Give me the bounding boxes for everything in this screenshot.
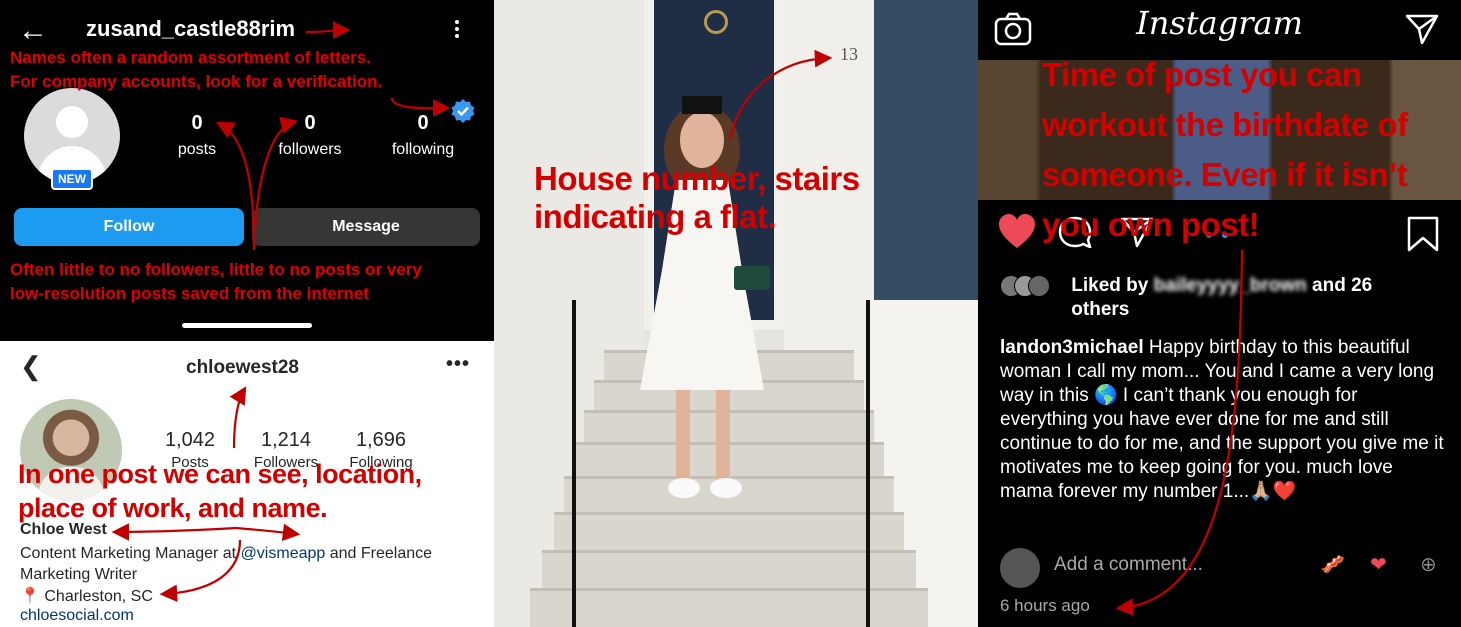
posts-count: 1,042 — [164, 429, 216, 451]
post-timestamp: 6 hours ago — [1000, 596, 1090, 615]
emoji-heart-icon[interactable]: ❤ — [1370, 552, 1387, 577]
message-button[interactable]: Message — [252, 208, 480, 246]
fake-profile-panel: ← zusand_castle88rim NEW 0 posts 0 follo… — [0, 0, 494, 341]
annotation-house-tip: House number, stairs indicating a flat. — [534, 160, 860, 235]
annotation-followers-tip: Often little to no followers, little to … — [10, 260, 422, 303]
posts-count: 0 — [191, 112, 203, 134]
following-label: following — [391, 141, 455, 158]
profile-username: zusand_castle88rim — [86, 16, 296, 41]
real-profile-panel: ❮ chloewest28 ••• 1,042 Posts 1,214 Foll… — [0, 341, 494, 627]
back-chevron-icon[interactable]: ❮ — [20, 351, 42, 382]
more-options-icon[interactable] — [449, 18, 465, 42]
commenter-avatar — [1000, 548, 1040, 588]
liked-by-prefix: Liked by — [1071, 275, 1154, 296]
new-badge: NEW — [51, 168, 93, 190]
caption-username[interactable]: landon3michael — [1000, 337, 1144, 358]
heart-icon[interactable] — [998, 214, 1036, 250]
posts-label: posts — [177, 141, 217, 158]
caption-text: Happy birthday to this beautiful woman I… — [1000, 337, 1444, 502]
emoji-add-icon[interactable]: ⊕ — [1420, 552, 1437, 577]
followers-label: followers — [278, 141, 342, 158]
location-pin-icon: 📍 — [20, 588, 40, 605]
app-logo: Instagram — [1136, 4, 1303, 42]
profile-location: 📍 Charleston, SC — [20, 586, 153, 606]
bio-mention-link[interactable]: @vismeapp — [241, 545, 326, 562]
annotation-username-tip: Names often a random assortment of lette… — [10, 48, 383, 91]
follow-button[interactable]: Follow — [14, 208, 244, 246]
liked-by[interactable]: Liked by baileyyyy_brown and 26 others — [1000, 274, 1431, 322]
followers-count: 0 — [304, 112, 316, 134]
back-arrow-icon[interactable]: ← — [18, 16, 48, 46]
liked-by-user[interactable]: baileyyyy_brown — [1154, 275, 1307, 296]
profile-name: Chloe West — [20, 521, 107, 538]
following-count: 1,696 — [355, 429, 407, 451]
followers-stat[interactable]: 0 followers — [255, 112, 365, 159]
location-text: Charleston, SC — [44, 588, 153, 605]
profile-username: chloewest28 — [186, 357, 299, 378]
profile-bio: Content Marketing Manager at @vismeapp a… — [20, 543, 480, 585]
annotation-info-tip: In one post we can see, location, place … — [18, 459, 422, 523]
verified-badge-icon — [451, 99, 475, 123]
comment-input[interactable]: Add a comment... — [1054, 554, 1203, 576]
bio-text: Content Marketing Manager at — [20, 545, 241, 562]
post-panel: Instagram Time of post you can workout t… — [978, 0, 1461, 627]
woman-figure — [640, 96, 770, 498]
posts-stat[interactable]: 0 posts — [142, 112, 252, 159]
home-indicator — [182, 323, 312, 328]
send-icon[interactable] — [1404, 12, 1440, 46]
comment-row: Add a comment... 🥓 ❤ ⊕ — [1000, 546, 1450, 588]
profile-website-link[interactable]: chloesocial.com — [20, 607, 134, 625]
followers-count: 1,214 — [260, 429, 312, 451]
emoji-bacon-icon[interactable]: 🥓 — [1320, 552, 1345, 577]
annotation-time-tip: Time of post you can workout the birthda… — [1042, 56, 1408, 243]
more-options-icon[interactable]: ••• — [446, 353, 470, 376]
post-caption: landon3michael Happy birthday to this be… — [1000, 336, 1450, 504]
photo-panel: 13 House number, stairs indicating a fla… — [494, 0, 978, 627]
